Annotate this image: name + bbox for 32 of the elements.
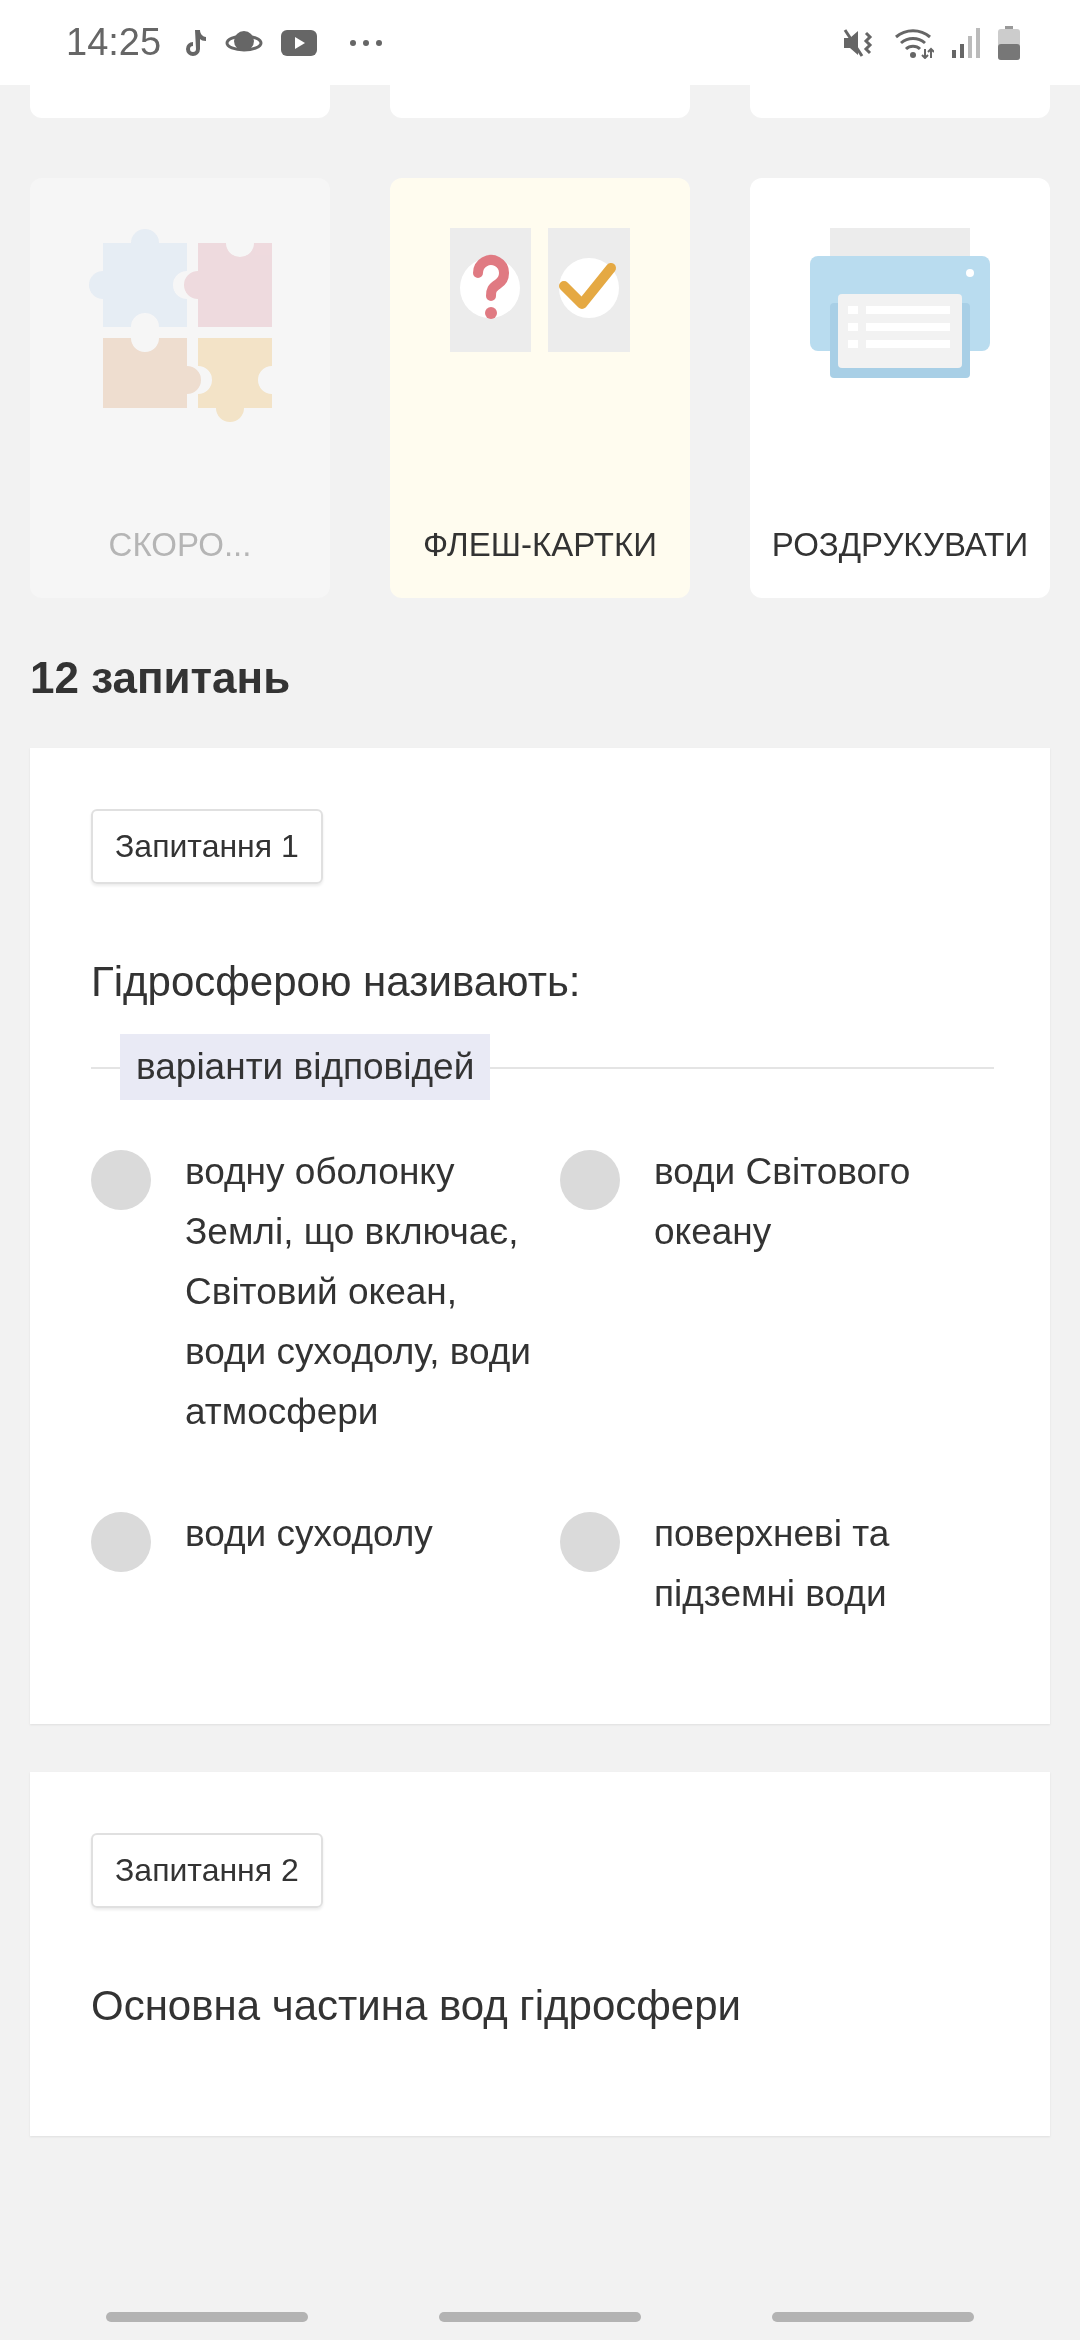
signal-icon bbox=[952, 27, 980, 58]
radio-button[interactable] bbox=[560, 1150, 620, 1210]
question-text: Гідросферою називають: bbox=[91, 957, 582, 1007]
puzzle-pieces-icon bbox=[88, 228, 272, 423]
tile-label: ФЛЕШ-КАРТКИ bbox=[423, 526, 657, 564]
wifi-icon bbox=[894, 26, 934, 59]
status-time: 14:25 bbox=[66, 21, 162, 64]
battery-icon bbox=[998, 25, 1020, 60]
radio-button[interactable] bbox=[91, 1150, 151, 1210]
question-number: Запитання 1 bbox=[91, 809, 323, 884]
answer-options-label: варіанти відповідей bbox=[120, 1034, 491, 1100]
nav-handle[interactable] bbox=[439, 2311, 641, 2322]
radio-button[interactable] bbox=[560, 1512, 620, 1572]
question-number: Запитання 2 bbox=[91, 1833, 323, 1908]
section-heading: 12 запитань bbox=[30, 652, 292, 704]
answer-option[interactable]: водну оболонку Землі, що включає, Світовий океан, води суходолу, води атмосфери bbox=[185, 1142, 535, 1442]
printer-icon bbox=[810, 228, 990, 378]
tile-label: РОЗДРУКУВАТИ bbox=[771, 526, 1029, 564]
answer-option[interactable]: води суходолу bbox=[185, 1504, 433, 1564]
nav-handle[interactable] bbox=[105, 2311, 308, 2322]
answer-option[interactable]: поверхневі та підземні води bbox=[654, 1504, 994, 1624]
answer-option[interactable]: води Світового океану bbox=[654, 1142, 994, 1262]
tile-label: СКОРО... bbox=[108, 526, 252, 564]
radio-button[interactable] bbox=[91, 1512, 151, 1572]
nav-handle[interactable] bbox=[772, 2311, 975, 2322]
more-icon bbox=[349, 38, 384, 47]
feature-tile[interactable]: РОЗДРУКУВАТИ bbox=[750, 178, 1050, 598]
music-note-icon bbox=[185, 27, 208, 58]
flashcards-icon bbox=[450, 228, 630, 352]
feature-tile[interactable]: ФЛЕШ-КАРТКИ bbox=[390, 178, 690, 598]
question-text: Основна частина вод гідросфери bbox=[91, 1981, 742, 2031]
play-video-icon bbox=[281, 29, 318, 56]
